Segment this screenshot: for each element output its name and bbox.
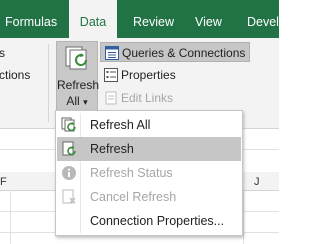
menu-item-label: Cancel Refresh [90, 190, 177, 204]
column-header-j[interactable]: J [254, 176, 260, 188]
queries-connections-label: Queries & Connections [122, 46, 246, 60]
tab-review[interactable]: Review [133, 0, 174, 38]
ribbon-tab-bar: Formulas Data Review View Develo [0, 0, 286, 38]
column-header-f[interactable]: F [0, 176, 7, 188]
menu-item-cancel-refresh[interactable]: Cancel Refresh [57, 185, 241, 209]
edit-links-button[interactable]: Edit Links [100, 88, 190, 108]
partial-group-label-2[interactable]: ctions [0, 68, 30, 82]
refresh-icon [62, 141, 76, 156]
refresh-all-icon [61, 117, 76, 132]
menu-item-refresh-all[interactable]: Refresh All [57, 113, 241, 137]
info-icon [62, 166, 76, 180]
menu-item-label: Connection Properties... [90, 214, 225, 228]
tab-developer[interactable]: Develo [247, 0, 286, 38]
properties-label: Properties [121, 68, 176, 82]
tab-formulas[interactable]: Formulas [5, 0, 57, 38]
sheet-gridline [10, 190, 11, 244]
menu-item-label: Refresh All [90, 118, 151, 132]
queries-connections-icon [105, 46, 119, 60]
partial-group-label-1[interactable]: s [0, 46, 5, 60]
refresh-dropdown-menu: Refresh All Refresh Refresh Status Cance… [55, 110, 243, 236]
refresh-all-icon [65, 46, 88, 70]
menu-item-refresh-status[interactable]: Refresh Status [57, 161, 241, 185]
ribbon-group-separator [48, 44, 49, 122]
properties-button[interactable]: Properties [100, 65, 190, 85]
queries-connections-button[interactable]: Queries & Connections [100, 42, 250, 62]
chevron-down-icon: ▾ [83, 97, 88, 107]
menu-item-label: Refresh Status [90, 166, 173, 180]
edit-links-icon [105, 91, 117, 105]
edit-links-label: Edit Links [121, 91, 174, 105]
tab-data[interactable]: Data [69, 0, 117, 38]
menu-item-refresh[interactable]: Refresh [57, 137, 241, 161]
tab-view[interactable]: View [195, 0, 222, 38]
refresh-all-label-line1: Refresh [57, 78, 100, 92]
properties-icon [104, 68, 118, 82]
menu-item-connection-properties[interactable]: Connection Properties... [57, 209, 241, 233]
menu-item-label: Refresh [90, 142, 134, 156]
sheet-gridline [243, 190, 244, 244]
refresh-all-label-line2: All ▾ [66, 94, 88, 108]
cancel-refresh-icon [62, 189, 76, 204]
refresh-all-button[interactable]: Refresh All ▾ [56, 41, 100, 114]
